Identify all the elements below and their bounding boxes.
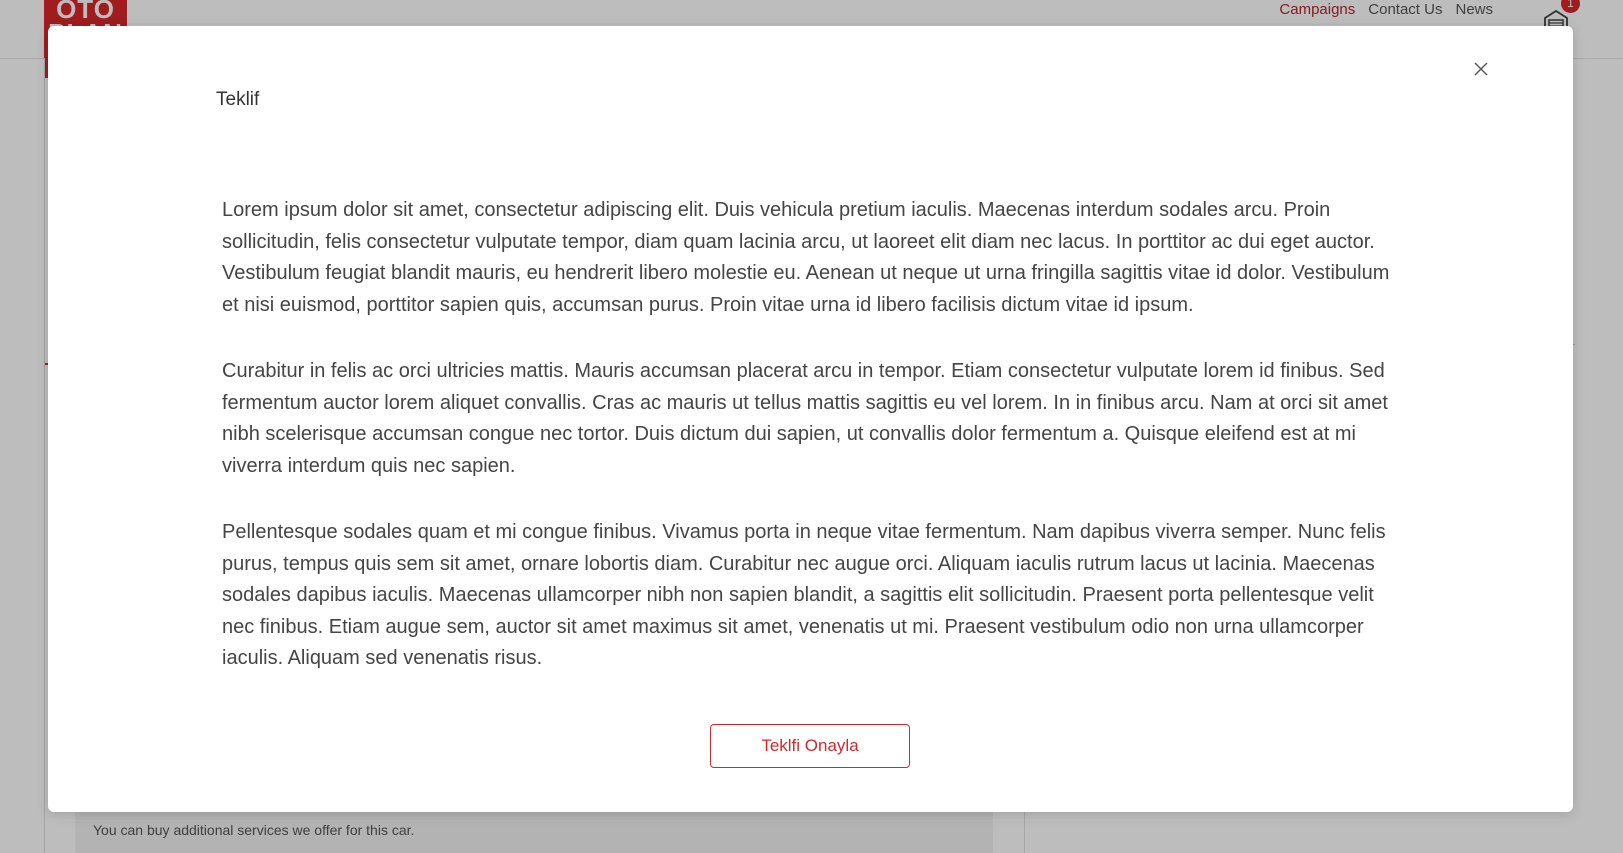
close-icon xyxy=(1474,62,1488,76)
modal-body: Lorem ipsum dolor sit amet, consectetur … xyxy=(222,195,1392,710)
close-button[interactable] xyxy=(1465,53,1497,85)
offer-paragraph-3: Pellentesque sodales quam et mi congue f… xyxy=(222,521,1386,669)
page: OTO PLAN Campaigns Contact Us News 1 You… xyxy=(0,0,1623,853)
confirm-offer-button[interactable]: Teklfi Onayla xyxy=(710,724,910,768)
offer-paragraph-2: Curabitur in felis ac orci ultricies mat… xyxy=(222,360,1388,477)
offer-paragraph-1: Lorem ipsum dolor sit amet, consectetur … xyxy=(222,199,1390,316)
offer-modal: Teklif Lorem ipsum dolor sit amet, conse… xyxy=(48,26,1573,812)
modal-title: Teklif xyxy=(216,89,260,110)
